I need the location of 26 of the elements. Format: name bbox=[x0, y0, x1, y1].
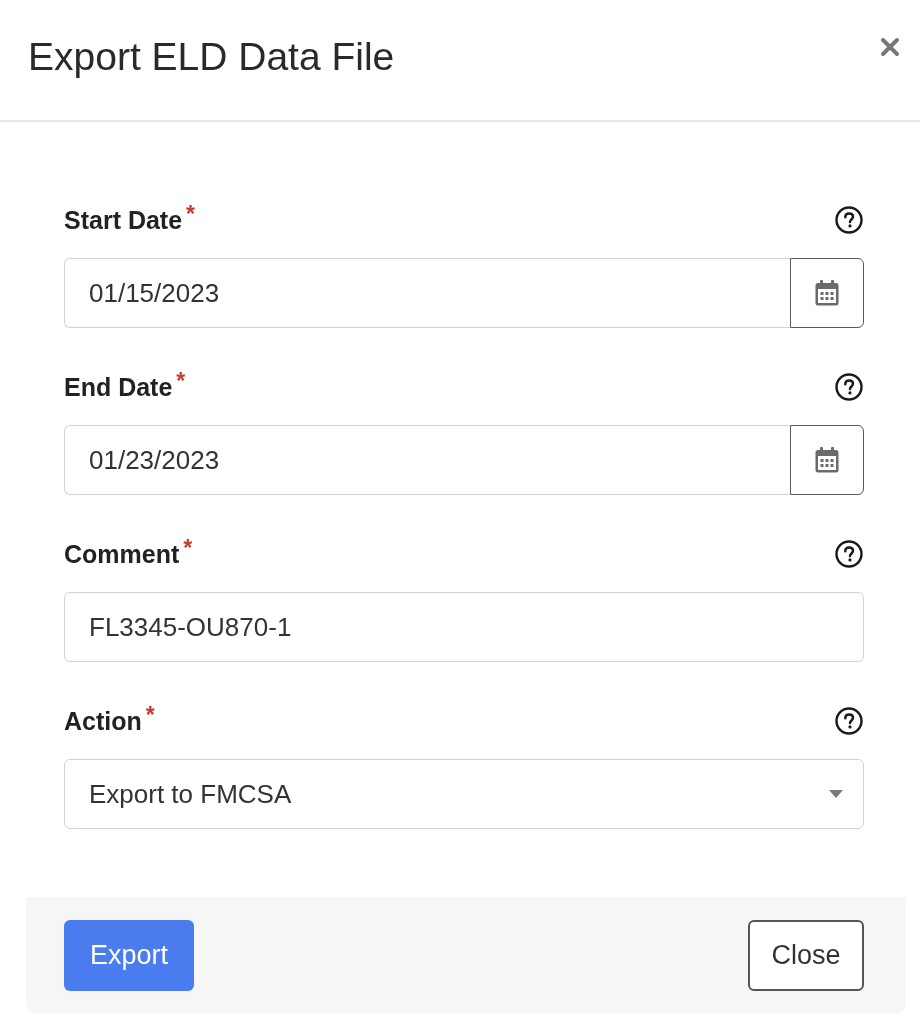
help-icon[interactable] bbox=[835, 707, 863, 735]
calendar-button[interactable] bbox=[790, 258, 864, 328]
required-asterisk: * bbox=[183, 536, 193, 560]
caret-icon bbox=[829, 790, 843, 798]
date-input-field[interactable]: 01/15/2023 bbox=[64, 258, 790, 328]
field-label: Comment bbox=[64, 539, 180, 569]
help-icon[interactable] bbox=[835, 206, 863, 234]
close-button[interactable]: Close bbox=[748, 919, 864, 991]
field-label: Action bbox=[64, 706, 142, 736]
action-select[interactable]: Export to FMCSA bbox=[64, 759, 864, 829]
help-icon[interactable] bbox=[835, 373, 863, 401]
calendar-icon bbox=[815, 280, 839, 306]
help-icon[interactable] bbox=[835, 540, 863, 568]
field-label: Start Date bbox=[64, 205, 183, 235]
required-asterisk: * bbox=[186, 202, 196, 226]
field-label: End Date bbox=[64, 372, 173, 402]
required-asterisk: * bbox=[176, 369, 186, 393]
required-asterisk: * bbox=[145, 703, 155, 727]
calendar-button[interactable] bbox=[790, 425, 864, 495]
close-button[interactable] bbox=[880, 37, 900, 57]
calendar-icon bbox=[815, 447, 839, 473]
dialog-title: Export ELD Data File bbox=[28, 34, 395, 80]
export-button[interactable]: Export bbox=[64, 919, 194, 991]
close-icon bbox=[880, 37, 900, 57]
comment-input-field[interactable]: FL3345-OU870-1 bbox=[64, 592, 864, 662]
date-input-field[interactable]: 01/23/2023 bbox=[64, 425, 790, 495]
